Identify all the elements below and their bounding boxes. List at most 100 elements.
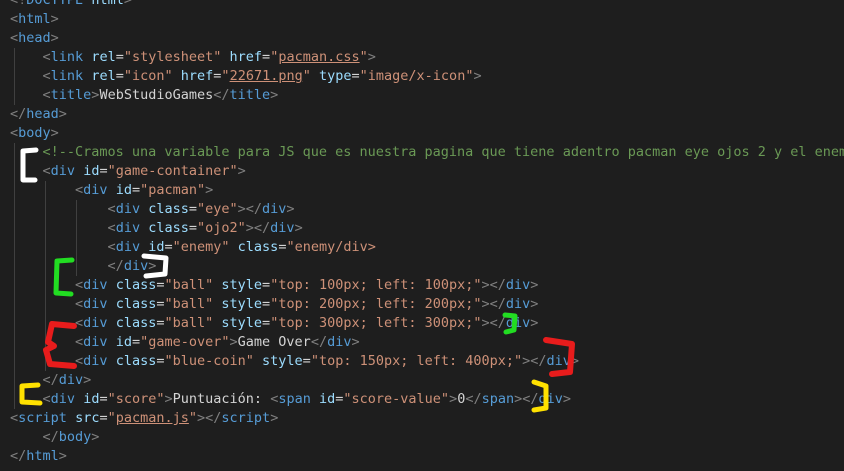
code-line[interactable]: <!DOCTYPE html> bbox=[0, 0, 844, 10]
code-line[interactable]: </div> bbox=[0, 257, 844, 276]
code-token: " bbox=[302, 68, 311, 84]
code-token: > bbox=[570, 353, 580, 369]
code-token: < bbox=[42, 68, 51, 84]
code-token: class bbox=[148, 220, 189, 236]
code-token: "game-container" bbox=[107, 163, 238, 179]
code-token: rel bbox=[91, 49, 116, 65]
code-line[interactable]: <div id="pacman"> bbox=[0, 181, 844, 200]
code-token: </ bbox=[42, 429, 59, 445]
code-token: id bbox=[115, 182, 132, 198]
code-token: style bbox=[221, 315, 263, 331]
code-line[interactable]: </html> bbox=[0, 447, 844, 466]
code-token: < bbox=[75, 353, 84, 369]
code-token: < bbox=[107, 239, 116, 255]
code-token: Puntuación: bbox=[172, 391, 271, 407]
code-token: script bbox=[18, 410, 67, 426]
code-editor[interactable]: <!DOCTYPE html> <html> <head> <link rel="s… bbox=[0, 0, 844, 471]
code-line[interactable]: </div> bbox=[0, 371, 844, 390]
code-token: ></ bbox=[237, 201, 263, 217]
code-token: style bbox=[262, 353, 303, 369]
code-line[interactable]: </body> bbox=[0, 428, 844, 447]
code-line[interactable]: <html> bbox=[0, 10, 844, 29]
code-token: > bbox=[205, 182, 214, 198]
code-token: < bbox=[42, 163, 51, 179]
code-line[interactable]: <link rel="icon" href="22671.png" type="… bbox=[0, 67, 844, 86]
code-token: ></ bbox=[245, 220, 271, 236]
code-line[interactable]: <title>WebStudioGames</title> bbox=[0, 86, 844, 105]
code-token: link bbox=[50, 68, 84, 84]
code-token: Game Over bbox=[237, 334, 311, 350]
code-line[interactable]: <script src="pacman.js"></script> bbox=[0, 409, 844, 428]
code-token: div bbox=[123, 258, 149, 274]
code-line[interactable]: <!--Cramos una variable para JS que es n… bbox=[0, 143, 844, 162]
code-line[interactable]: <div id="score">Puntuación: <span id="sc… bbox=[0, 390, 844, 409]
code-line[interactable]: <div class="ball" style="top: 200px; lef… bbox=[0, 295, 844, 314]
code-token: > bbox=[58, 106, 67, 122]
code-line[interactable]: <head> bbox=[0, 29, 844, 48]
code-token: = bbox=[99, 391, 108, 407]
code-line[interactable]: <div class="eye"></div> bbox=[0, 200, 844, 219]
code-token: div bbox=[270, 220, 295, 236]
code-token: " bbox=[107, 410, 116, 426]
code-token: > bbox=[530, 315, 539, 331]
code-line[interactable]: <div id="game-container"> bbox=[0, 162, 844, 181]
code-line[interactable]: <div id="game-over">Game Over</div> bbox=[0, 333, 844, 352]
code-token: > bbox=[58, 448, 67, 464]
code-line[interactable]: <div id="enemy" class="enemy/div> bbox=[0, 238, 844, 257]
code-token: "ball" bbox=[164, 277, 214, 293]
code-line[interactable]: <div class="blue-coin" style="top: 150px… bbox=[0, 352, 844, 371]
code-token: </ bbox=[310, 334, 328, 350]
code-token: = bbox=[115, 68, 124, 84]
code-line[interactable]: <body> bbox=[0, 124, 844, 143]
code-token: < bbox=[75, 182, 84, 198]
code-token: src bbox=[75, 410, 100, 426]
code-line[interactable]: <div class="ball" style="top: 100px; lef… bbox=[0, 276, 844, 295]
code-token: body bbox=[18, 125, 51, 141]
code-token: style bbox=[221, 296, 263, 312]
code-token: script bbox=[221, 410, 271, 426]
code-token: > bbox=[148, 258, 157, 274]
code-token: </ bbox=[107, 258, 124, 274]
code-token: div bbox=[115, 220, 141, 236]
code-token: < bbox=[10, 410, 19, 426]
code-token: "score" bbox=[107, 391, 165, 407]
code-token: = bbox=[188, 201, 197, 217]
code-token: > bbox=[562, 391, 572, 407]
code-line[interactable]: <div class="ojo2"></div> bbox=[0, 219, 844, 238]
code-token: div bbox=[83, 353, 108, 369]
code-token: = bbox=[351, 68, 360, 84]
code-token: = bbox=[262, 277, 271, 293]
code-token: = bbox=[188, 220, 197, 236]
code-token: ></ bbox=[481, 296, 506, 312]
code-token: </ bbox=[42, 372, 59, 388]
code-text[interactable]: <!DOCTYPE html> <html> <head> <link rel="s… bbox=[0, 0, 844, 466]
code-token: ></ bbox=[514, 391, 539, 407]
code-token: class bbox=[115, 315, 157, 331]
code-token: > bbox=[449, 391, 458, 407]
code-token: > bbox=[91, 429, 100, 445]
code-line[interactable]: <link rel="stylesheet" href="pacman.css"… bbox=[0, 48, 844, 67]
code-line[interactable]: <div class="ball" style="top: 300px; lef… bbox=[0, 314, 844, 333]
code-token: 22671.png bbox=[229, 68, 303, 84]
code-line[interactable]: </head> bbox=[0, 105, 844, 124]
code-token: > bbox=[473, 68, 482, 84]
code-token: = bbox=[99, 410, 108, 426]
code-token: </ bbox=[10, 448, 27, 464]
code-token: < bbox=[10, 11, 19, 27]
code-token: > bbox=[294, 220, 303, 236]
code-token: "ball" bbox=[164, 315, 214, 331]
